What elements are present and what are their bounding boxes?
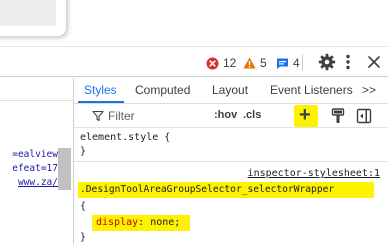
page-preview-image (0, 0, 56, 26)
error-counter[interactable]: 12 (206, 56, 236, 70)
warning-count: 5 (260, 56, 267, 70)
hover-state-toggle[interactable]: :hov (214, 109, 237, 121)
tab-layout[interactable]: Layout (212, 83, 248, 97)
page-preview-card (0, 0, 66, 36)
info-count: 4 (293, 56, 300, 70)
error-count: 12 (223, 56, 237, 70)
styles-filter-bar: :hov .cls + (74, 104, 388, 128)
page-viewport (0, 0, 388, 46)
sources-pane-header (0, 78, 73, 101)
source-line[interactable]: ealview= (12, 148, 58, 162)
selector-wrapper-rule: inspector-stylesheet:1 .DesignToolAreaGr… (74, 163, 388, 244)
info-counter[interactable]: 4 (276, 56, 300, 70)
warning-counter[interactable]: 5 (243, 56, 267, 70)
sidebar-tabs: Styles Computed Layout Event Listeners >… (74, 78, 388, 104)
warning-icon (243, 57, 256, 69)
error-icon (206, 57, 219, 69)
rule-selector[interactable]: .DesignToolAreaGroupSelector_selectorWra… (80, 183, 334, 197)
tab-computed[interactable]: Computed (135, 83, 190, 97)
css-property-name[interactable]: display (96, 217, 138, 228)
new-style-rule-button[interactable]: + (294, 104, 318, 127)
class-toggle[interactable]: .cls (243, 109, 261, 121)
paint-brush-icon[interactable] (331, 108, 345, 124)
styles-sidebar: Styles Computed Layout Event Listeners >… (74, 78, 388, 244)
more-tabs-chevron-icon[interactable]: >> (362, 83, 376, 97)
active-tab-indicator (78, 101, 124, 103)
element-style-selector[interactable]: element.style { (80, 131, 170, 145)
source-line[interactable]: efeat=17 (12, 162, 58, 176)
toolbar-divider (302, 54, 303, 71)
rule-open-brace: { (80, 201, 87, 212)
source-link[interactable]: /www.za (12, 176, 58, 190)
sources-scrollbar-thumb[interactable] (58, 148, 71, 190)
toggle-sidebar-icon[interactable] (356, 108, 372, 124)
devtools-toolbar: 12 5 4 (0, 46, 388, 77)
message-icon (277, 58, 288, 69)
tab-styles[interactable]: Styles (84, 83, 117, 97)
more-options-icon[interactable] (342, 53, 354, 71)
rule-close-brace: } (80, 146, 87, 157)
sources-pane: ealview= efeat=17 /www.za (0, 78, 73, 244)
plus-icon: + (299, 104, 311, 126)
close-icon[interactable] (366, 54, 382, 70)
rule-close-brace: } (80, 232, 87, 243)
css-declaration[interactable]: display: none; (96, 216, 180, 230)
styles-filter-input[interactable] (108, 107, 228, 125)
settings-gear-icon[interactable] (318, 53, 336, 71)
stylesheet-source-link[interactable]: inspector-stylesheet:1 (248, 168, 380, 179)
css-property-value[interactable]: none; (150, 217, 180, 228)
css-colon: : (138, 217, 145, 228)
element-style-rule: element.style { } (74, 128, 388, 162)
tab-event-listeners[interactable]: Event Listeners (270, 83, 353, 97)
filter-icon (92, 110, 104, 122)
